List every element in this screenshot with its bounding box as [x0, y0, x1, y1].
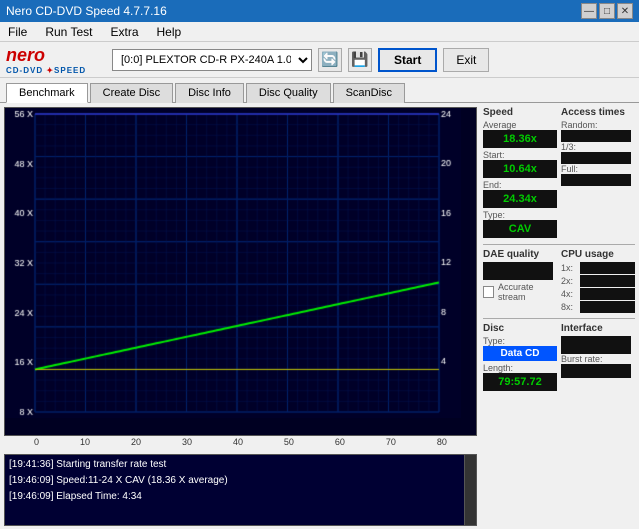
disc-section: Disc Type: Data CD Length: 79:57.72 [483, 323, 557, 393]
end-label: End: [483, 180, 557, 190]
logo: nero CD-DVD ✦SPEED [6, 44, 106, 76]
menu-extra[interactable]: Extra [106, 22, 142, 41]
save-icon-button[interactable]: 💾 [348, 48, 372, 72]
exit-button[interactable]: Exit [443, 48, 489, 72]
cpu-4x-label: 4x: [561, 289, 573, 299]
access-times-section: Access times Random: 1/3: Full: [561, 107, 635, 240]
disc-type-label: Type: [483, 336, 557, 346]
tab-scan-disc[interactable]: ScanDisc [333, 83, 405, 103]
start-value: 10.64x [483, 160, 557, 178]
one-third-label: 1/3: [561, 142, 635, 152]
x-label-10: 10 [80, 437, 90, 452]
x-axis: 0 10 20 30 40 50 60 70 80 [4, 436, 477, 452]
full-label: Full: [561, 164, 635, 174]
refresh-icon-button[interactable]: 🔄 [318, 48, 342, 72]
access-times-title: Access times [561, 107, 635, 118]
type-label: Type: [483, 210, 557, 220]
x-label-80: 80 [437, 437, 447, 452]
tab-disc-info[interactable]: Disc Info [175, 83, 244, 103]
chart-area: 0 10 20 30 40 50 60 70 80 [19:41:36] Sta… [0, 103, 481, 526]
right-panel: Speed Average 18.36x Start: 10.64x End: … [481, 103, 639, 526]
cpu-usage-section: CPU usage 1x: 2x: 4x: 8x: [561, 249, 635, 314]
random-label: Random: [561, 120, 635, 130]
start-button[interactable]: Start [378, 48, 437, 72]
log-scrollbar[interactable] [464, 455, 476, 525]
speed-access-section: Speed Average 18.36x Start: 10.64x End: … [483, 107, 635, 240]
random-bar [561, 130, 631, 142]
menu-run-test[interactable]: Run Test [41, 22, 96, 41]
type-value: CAV [483, 220, 557, 238]
benchmark-chart [4, 107, 477, 436]
cpu-2x-row: 2x: [561, 275, 635, 287]
x-label-40: 40 [233, 437, 243, 452]
end-value: 24.34x [483, 190, 557, 208]
cpu-1x-label: 1x: [561, 263, 573, 273]
accurate-stream-row: Accurate stream [483, 282, 557, 302]
menu-file[interactable]: File [4, 22, 31, 41]
window-controls[interactable]: — □ ✕ [581, 3, 633, 19]
tab-disc-quality[interactable]: Disc Quality [246, 83, 331, 103]
close-button[interactable]: ✕ [617, 3, 633, 19]
full-bar [561, 174, 631, 186]
cpu-1x-bar [580, 262, 635, 274]
x-label-20: 20 [131, 437, 141, 452]
divider-2 [483, 318, 635, 319]
cpu-4x-row: 4x: [561, 288, 635, 300]
menu-help[interactable]: Help [153, 22, 186, 41]
x-label-30: 30 [182, 437, 192, 452]
cpu-8x-bar [580, 301, 635, 313]
cpu-2x-bar [580, 275, 635, 287]
cd-dvd-speed-logo: CD-DVD ✦SPEED [6, 66, 86, 75]
start-label: Start: [483, 150, 557, 160]
cpu-4x-bar [580, 288, 635, 300]
cpu-1x-row: 1x: [561, 262, 635, 274]
tab-create-disc[interactable]: Create Disc [90, 83, 173, 103]
window-title: Nero CD-DVD Speed 4.7.7.16 [6, 4, 167, 18]
x-label-50: 50 [284, 437, 294, 452]
burst-rate-bar [561, 364, 631, 378]
tab-benchmark[interactable]: Benchmark [6, 83, 88, 103]
average-label: Average [483, 120, 557, 130]
interface-title: Interface [561, 323, 635, 334]
average-value: 18.36x [483, 130, 557, 148]
speed-title: Speed [483, 107, 557, 118]
x-label-60: 60 [335, 437, 345, 452]
main-content: 0 10 20 30 40 50 60 70 80 [19:41:36] Sta… [0, 103, 639, 526]
nero-logo-text: nero [6, 45, 86, 66]
toolbar: nero CD-DVD ✦SPEED [0:0] PLEXTOR CD-R PX… [0, 42, 639, 78]
disc-length-label: Length: [483, 363, 557, 373]
cpu-2x-label: 2x: [561, 276, 573, 286]
log-area: [19:41:36] Starting transfer rate test [… [4, 454, 477, 526]
menu-bar: File Run Test Extra Help [0, 22, 639, 42]
cpu-title: CPU usage [561, 249, 635, 260]
dae-cpu-section: DAE quality Accurate stream CPU usage 1x… [483, 249, 635, 314]
log-line-2: [19:46:09] Elapsed Time: 4:34 [9, 489, 472, 505]
one-third-bar [561, 152, 631, 164]
x-label-0: 0 [34, 437, 39, 452]
cpu-8x-label: 8x: [561, 302, 573, 312]
dae-title: DAE quality [483, 249, 557, 260]
maximize-button[interactable]: □ [599, 3, 615, 19]
minimize-button[interactable]: — [581, 3, 597, 19]
interface-value-bar [561, 336, 631, 354]
title-bar: Nero CD-DVD Speed 4.7.7.16 — □ ✕ [0, 0, 639, 22]
divider-1 [483, 244, 635, 245]
dae-section: DAE quality Accurate stream [483, 249, 557, 314]
dae-value-bar [483, 262, 553, 280]
accurate-stream-label: Accurate stream [498, 282, 557, 302]
speed-section: Speed Average 18.36x Start: 10.64x End: … [483, 107, 557, 240]
cpu-8x-row: 8x: [561, 301, 635, 313]
drive-select[interactable]: [0:0] PLEXTOR CD-R PX-240A 1.00 [112, 49, 312, 71]
interface-section: Interface Burst rate: [561, 323, 635, 393]
log-line-0: [19:41:36] Starting transfer rate test [9, 457, 472, 473]
disc-title: Disc [483, 323, 557, 334]
tab-bar: Benchmark Create Disc Disc Info Disc Qua… [0, 78, 639, 103]
burst-rate-label: Burst rate: [561, 354, 635, 364]
accurate-stream-checkbox[interactable] [483, 286, 494, 298]
log-line-1: [19:46:09] Speed:11-24 X CAV (18.36 X av… [9, 473, 472, 489]
x-label-70: 70 [386, 437, 396, 452]
disc-length-value: 79:57.72 [483, 373, 557, 391]
disc-type-value: Data CD [483, 346, 557, 361]
disc-interface-section: Disc Type: Data CD Length: 79:57.72 Inte… [483, 323, 635, 393]
